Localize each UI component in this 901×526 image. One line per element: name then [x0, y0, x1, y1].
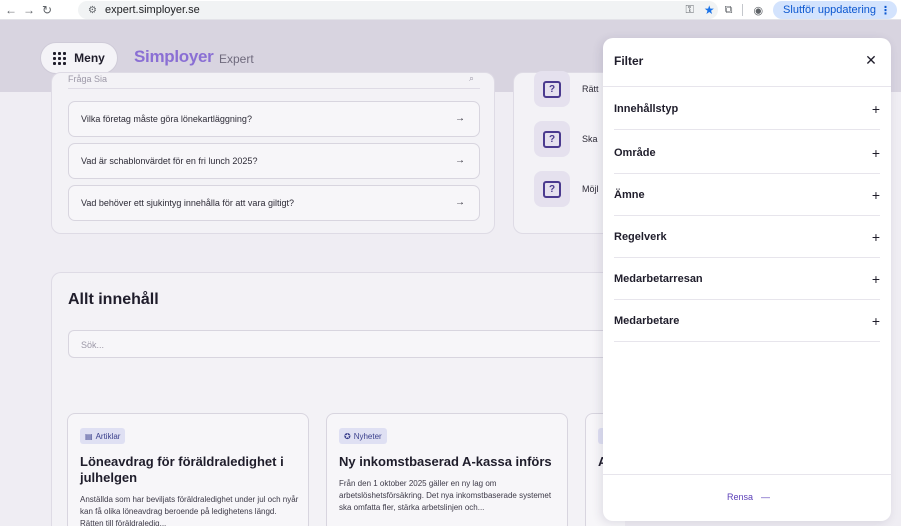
key-icon[interactable]: ⚿: [685, 4, 693, 17]
divider: [603, 86, 891, 87]
article-title: Ny inkomstbaserad A-kassa införs: [339, 454, 552, 469]
suggestion-item[interactable]: ? Möjl: [534, 171, 614, 207]
url-text: expert.simployer.se: [104, 4, 200, 16]
suggestions-card: ? Rätt ? Ska ? Möjl: [513, 71, 614, 234]
filter-item-label: Område: [614, 146, 656, 159]
ask-input[interactable]: Fråga Sia ⌕: [68, 73, 480, 89]
plus-icon: +: [871, 100, 880, 117]
menu-button-label: Meny: [74, 51, 105, 65]
plus-icon: +: [871, 144, 880, 161]
close-icon[interactable]: ✕: [863, 52, 879, 69]
article-description: Anställda som har beviljats föräldraledi…: [80, 495, 299, 526]
suggestion-text: Ska: [582, 134, 598, 144]
arrow-right-icon: →: [455, 113, 465, 124]
grid-icon: [53, 51, 67, 65]
profile-icon[interactable]: ◉: [753, 4, 763, 17]
question-item[interactable]: Vad är schablonvärdet för en fri lunch 2…: [68, 143, 480, 179]
logo-suffix: Expert: [219, 52, 254, 66]
suggestion-item[interactable]: ? Ska: [534, 121, 614, 157]
extensions-icon[interactable]: ⧉: [725, 4, 733, 17]
filter-item-innehallstyp[interactable]: Innehållstyp +: [614, 88, 880, 130]
arrow-right-icon: →: [455, 155, 465, 166]
filter-drawer: Filter ✕ Innehållstyp + Område + Ämne + …: [603, 38, 891, 521]
question-item[interactable]: Vilka företag måste göra lönekartläggnin…: [68, 101, 480, 137]
back-icon[interactable]: ←: [2, 3, 20, 17]
article-title: Löneavdrag för föräldraledighet i julhel…: [80, 454, 284, 485]
question-bubble-icon: ?: [534, 121, 570, 157]
question-text: Vilka företag måste göra lönekartläggnin…: [81, 114, 252, 124]
filter-item-medarbetarresan[interactable]: Medarbetarresan +: [614, 258, 880, 300]
filter-item-label: Medarbetarresan: [614, 272, 703, 285]
question-bubble-icon: ?: [534, 71, 570, 107]
question-text: Vad behöver ett sjukintyg innehålla för …: [81, 198, 294, 208]
article-description: Från den 1 oktober 2025 gäller en ny lag…: [339, 479, 552, 512]
question-text: Vad är schablonvärdet för en fri lunch 2…: [81, 156, 258, 166]
address-bar[interactable]: ⚙ expert.simployer.se: [78, 1, 718, 19]
plus-icon: +: [871, 228, 880, 245]
bookmark-star-icon[interactable]: ★: [704, 3, 715, 17]
question-item[interactable]: Vad behöver ett sjukintyg innehålla för …: [68, 185, 480, 221]
forward-icon[interactable]: →: [20, 3, 38, 17]
drawer-title: Filter: [614, 54, 644, 68]
more-icon: ⋮: [880, 4, 891, 17]
search-icon: ⌕: [468, 73, 474, 83]
menu-button[interactable]: Meny: [40, 42, 118, 74]
plus-icon: +: [871, 186, 880, 203]
document-icon: ▤: [85, 431, 93, 441]
filter-item-regelverk[interactable]: Regelverk +: [614, 216, 880, 258]
clear-filters-button[interactable]: Rensa —: [727, 492, 770, 502]
plus-icon: +: [871, 270, 880, 287]
arrow-right-icon: →: [455, 197, 465, 208]
article-card[interactable]: ▤ Artiklar Löneavdrag för föräldraledigh…: [67, 413, 309, 526]
ask-card: Fråga Sia ⌕ Vilka företag måste göra lön…: [51, 72, 495, 234]
update-button[interactable]: Slutför uppdatering ⋮: [773, 1, 897, 19]
news-icon: ✪: [344, 431, 351, 441]
filter-item-label: Innehållstyp: [614, 102, 679, 115]
browser-toolbar: ← → ↻ ⚙ expert.simployer.se ⚿ ★ ⧉ ◉ Slut…: [0, 0, 901, 20]
reload-icon[interactable]: ↻: [38, 3, 56, 17]
filter-item-label: Medarbetare: [614, 314, 680, 327]
minus-icon: —: [761, 492, 771, 502]
toolbar-divider: [742, 4, 744, 16]
section-title: Allt innehåll: [68, 291, 159, 308]
filter-item-label: Regelverk: [614, 230, 667, 243]
filter-item-amne[interactable]: Ämne +: [614, 174, 880, 216]
update-button-label: Slutför uppdatering: [783, 4, 876, 16]
suggestion-item[interactable]: ? Rätt: [534, 71, 614, 107]
search-input[interactable]: Sök...: [68, 330, 614, 358]
divider: [603, 474, 891, 475]
question-bubble-icon: ?: [534, 171, 570, 207]
ask-input-placeholder: Fråga Sia: [68, 74, 108, 84]
site-settings-icon[interactable]: ⚙: [88, 5, 97, 16]
filter-item-medarbetare[interactable]: Medarbetare +: [614, 300, 880, 342]
suggestion-text: Rätt: [582, 84, 599, 94]
clear-filters-label: Rensa: [727, 492, 754, 502]
plus-icon: +: [871, 312, 880, 329]
filter-item-omrade[interactable]: Område +: [614, 132, 880, 174]
filter-item-label: Ämne: [614, 188, 645, 201]
content-type-badge: ▤ Artiklar: [80, 428, 126, 444]
suggestion-text: Möjl: [582, 184, 599, 194]
article-card[interactable]: ✪ Nyheter Ny inkomstbaserad A-kassa infö…: [326, 413, 568, 526]
logo[interactable]: Simployer: [134, 47, 214, 67]
content-type-badge: ✪ Nyheter: [339, 428, 387, 444]
